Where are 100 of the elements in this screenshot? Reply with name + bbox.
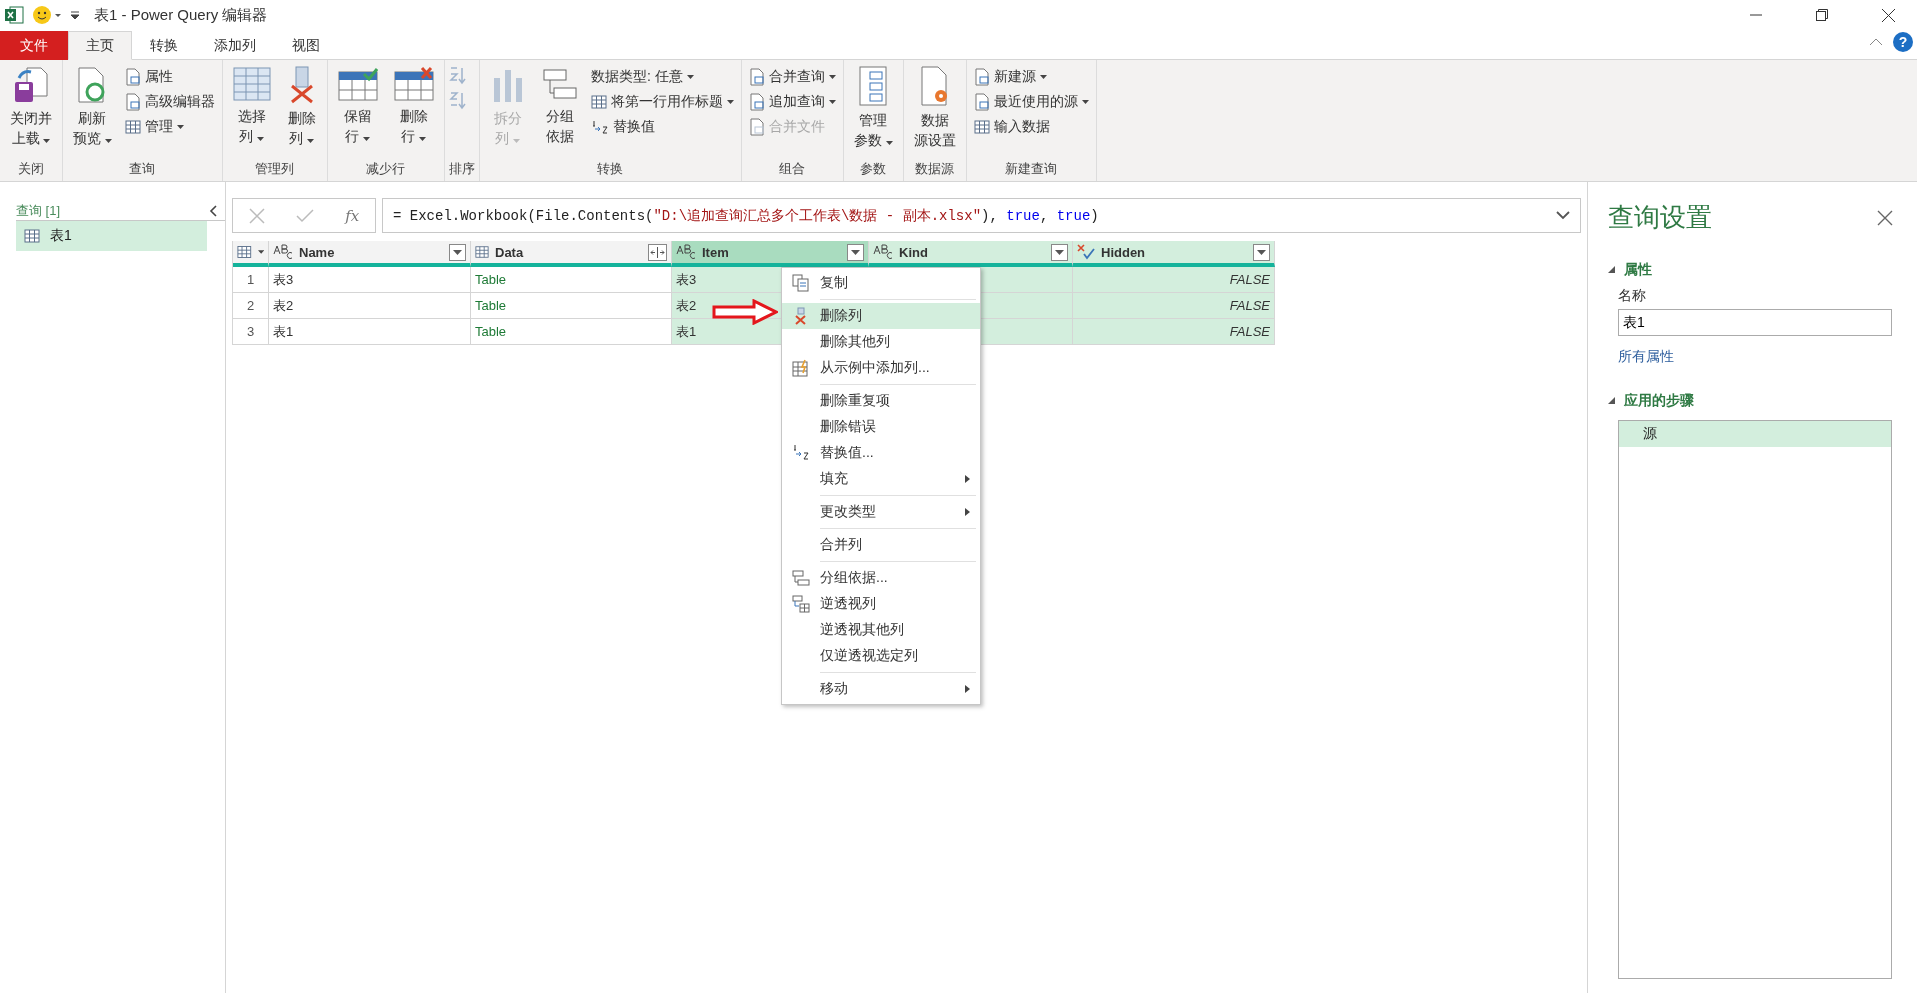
expand-formula-icon[interactable] — [1556, 211, 1570, 220]
ribbon-button[interactable]: 高级编辑器 — [121, 91, 218, 113]
ribbon-button[interactable]: 删除 列 — [280, 64, 323, 157]
menu-item[interactable]: 合并列 — [782, 532, 980, 558]
table-icon — [124, 119, 141, 135]
row-number: 2 — [233, 293, 269, 319]
menu-item[interactable]: 删除列 — [782, 303, 980, 329]
section-heading: 属性 — [1624, 261, 1652, 279]
filter-dropdown-button[interactable] — [1051, 243, 1068, 261]
text-type-icon — [676, 244, 696, 260]
caret-icon — [828, 100, 836, 104]
fx-button[interactable]: fx — [345, 206, 360, 225]
filter-dropdown-button[interactable] — [1253, 243, 1270, 261]
menu-item[interactable]: 填充 — [782, 466, 980, 492]
step-item[interactable]: 源 — [1619, 421, 1891, 447]
ribbon-button[interactable]: 删除 行 — [387, 64, 440, 157]
table-cell: FALSE — [1073, 267, 1275, 293]
caret-icon — [257, 250, 264, 254]
unpivot-columns-icon — [792, 595, 810, 613]
customize-toolbar-icon[interactable] — [70, 9, 80, 21]
menu-item[interactable]: 仅逆透视选定列 — [782, 643, 980, 669]
file-tab[interactable]: 文件 — [0, 31, 68, 60]
ribbon-button[interactable]: 管理 参数 — [847, 64, 899, 157]
menu-item[interactable]: 替换值... — [782, 440, 980, 466]
choose-columns-icon — [232, 66, 271, 102]
close-icon[interactable] — [1881, 8, 1895, 22]
formula-field[interactable]: = Excel.Workbook(File.Contents("D:\追加查询汇总多个工作表\数据 - 副本.xlsx"), true, true) — [382, 198, 1581, 233]
ribbon-button[interactable]: 最近使用的源 — [970, 91, 1092, 113]
close-load-icon — [13, 66, 49, 104]
name-field[interactable]: 表1 — [1618, 309, 1892, 336]
copy-icon — [792, 274, 810, 292]
ribbon-button[interactable]: 输入数据 — [970, 116, 1092, 138]
menu-item[interactable]: 更改类型 — [782, 499, 980, 525]
ribbon-button[interactable]: 分组 依据 — [535, 64, 584, 157]
row-number: 3 — [233, 319, 269, 345]
menu-item[interactable]: 删除错误 — [782, 414, 980, 440]
ribbon-button[interactable]: 追加查询 — [745, 91, 839, 113]
ribbon-tab[interactable]: 视图 — [274, 31, 338, 60]
submenu-arrow-icon — [965, 508, 970, 516]
group-label: 排序 — [448, 160, 475, 178]
parameters-icon — [858, 66, 889, 106]
collapse-triangle-icon[interactable] — [1608, 266, 1616, 274]
collapse-pane-icon[interactable] — [209, 205, 217, 217]
text-type-icon — [873, 244, 893, 260]
query-item[interactable]: 表1 — [16, 221, 207, 251]
group-label: 数据源 — [914, 160, 956, 178]
menu-item[interactable]: 分组依据... — [782, 565, 980, 591]
ribbon-button[interactable]: 属性 — [121, 66, 218, 88]
close-icon[interactable] — [1877, 209, 1893, 226]
group-label: 查询 — [128, 160, 157, 178]
caret-icon — [307, 139, 315, 143]
ribbon-button[interactable]: 选择 列 — [226, 64, 277, 157]
ribbon-button[interactable]: 将第一行用作标题 — [587, 91, 737, 113]
smiley-icon[interactable] — [32, 5, 62, 25]
ribbon-button[interactable]: 替换值 — [587, 116, 737, 138]
group-by-icon — [541, 66, 578, 102]
group-label: 转换 — [596, 160, 625, 178]
section-heading: 应用的步骤 — [1624, 392, 1694, 410]
ribbon-button[interactable]: 保留 行 — [331, 64, 384, 157]
column-header[interactable]: Data — [471, 241, 672, 267]
ribbon-button[interactable]: 新建源 — [970, 66, 1092, 88]
restore-icon[interactable] — [1816, 9, 1828, 21]
table-icon — [24, 228, 40, 244]
menu-item[interactable]: 删除重复项 — [782, 388, 980, 414]
table-cell: Table — [471, 267, 672, 293]
column-header[interactable]: Hidden — [1073, 241, 1275, 267]
caret-icon — [1081, 100, 1089, 104]
ribbon-button[interactable]: 刷新 预览 — [67, 64, 118, 157]
all-properties-link[interactable]: 所有属性 — [1618, 348, 1917, 366]
ribbon-tab[interactable]: 主页 — [68, 31, 132, 60]
expand-column-button[interactable] — [648, 243, 667, 261]
submenu-arrow-icon — [965, 475, 970, 483]
collapse-ribbon-icon[interactable] — [1869, 38, 1883, 46]
caret-icon — [176, 125, 184, 129]
ribbon-button[interactable]: 管理 — [121, 116, 218, 138]
filter-dropdown-button[interactable] — [449, 243, 466, 261]
table-menu-button[interactable] — [233, 241, 269, 267]
caret-icon — [828, 75, 836, 79]
menu-item[interactable]: 逆透视其他列 — [782, 617, 980, 643]
ribbon-button[interactable]: 关闭并 上载 — [4, 64, 58, 157]
column-header[interactable]: Kind — [869, 241, 1073, 267]
menu-item[interactable]: 从示例中添加列... — [782, 355, 980, 381]
replace-values-icon — [792, 444, 810, 462]
filter-dropdown-button[interactable] — [847, 243, 864, 261]
field-label: 名称 — [1618, 287, 1647, 305]
help-button[interactable]: ? — [1893, 32, 1913, 52]
ribbon-tab[interactable]: 添加列 — [196, 31, 274, 60]
ribbon-button[interactable]: 数据类型: 任意 — [587, 66, 737, 88]
ribbon-tab[interactable]: 转换 — [132, 31, 196, 60]
menu-item[interactable]: 逆透视列 — [782, 591, 980, 617]
ribbon-button[interactable]: 数据 源设置 — [907, 64, 962, 157]
ribbon-button[interactable]: 合并查询 — [745, 66, 839, 88]
column-header[interactable]: Item — [672, 241, 869, 267]
collapse-triangle-icon[interactable] — [1608, 397, 1616, 405]
document-icon — [124, 93, 141, 111]
logical-type-icon — [1077, 244, 1095, 260]
menu-item[interactable]: 移动 — [782, 676, 980, 702]
column-header[interactable]: Name — [269, 241, 471, 267]
table-cell: Table — [471, 319, 672, 345]
caret-icon — [257, 137, 265, 141]
